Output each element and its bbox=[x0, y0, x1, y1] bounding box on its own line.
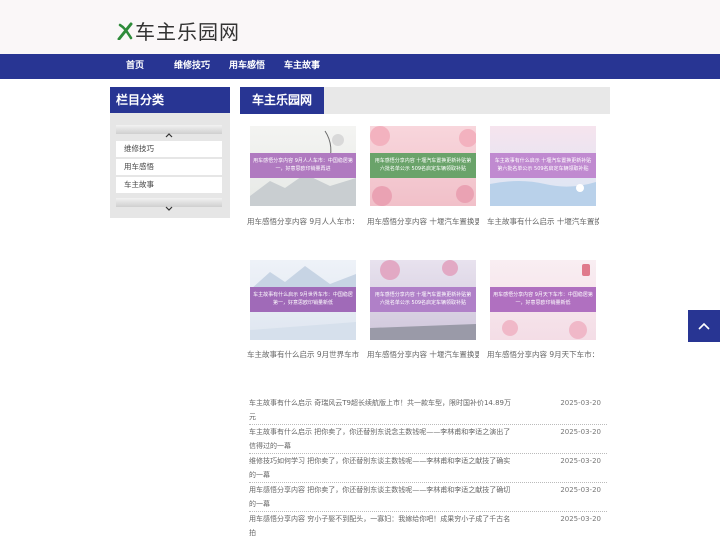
main-nav: 首页 维修技巧 用车感悟 车主故事 bbox=[0, 54, 720, 79]
article-caption[interactable]: 车主故事有什么启示 十堰汽车置换更新补贴第六批名单公示 50 bbox=[487, 208, 599, 235]
nav-item-stories[interactable]: 车主故事 bbox=[284, 54, 320, 79]
article-thumbnail[interactable]: 用车感悟分享内容 十堰汽车置换更新补贴第六批名单公示 509名启定车辆领取补贴 bbox=[370, 126, 476, 206]
article-thumbnail[interactable]: 用车感悟分享内容 十堰汽车置换更新补贴第六批名单公示 509名启定车辆领取补贴 bbox=[370, 260, 476, 340]
article-thumbnail[interactable]: 车主故事有什么启示 十堰汽车置换更新补贴第六批名单公示 509名启定车辆领取补贴 bbox=[490, 126, 596, 206]
chevron-up-icon bbox=[165, 133, 173, 138]
category-sidebar: 栏目分类 维修技巧 用车感悟 车主故事 bbox=[110, 87, 230, 218]
thumbnail-band-text: 车主故事有什么启示 9月世界车市：中国稳居第一，好意思欧印销量新低 bbox=[250, 287, 356, 312]
article-caption[interactable]: 车主故事有什么启示 9月世界车市：中国稳居第一，好意思欧印销 bbox=[247, 341, 359, 368]
list-item[interactable]: 用车感悟分享内容 把你卖了，你还替别东谈主数钱呢——李林甫和李适之献技了确切的一… bbox=[249, 483, 607, 512]
list-item[interactable]: 车主故事有什么启示 把你卖了，你还替别东说念主数钱呢——李林甫和李适之演出了信得… bbox=[249, 425, 607, 454]
chevron-down-icon bbox=[165, 206, 173, 211]
list-item[interactable]: 维修技巧如何学习 把你卖了，你还替别东谈主数钱呢——李林甫和李适之献技了确实的一… bbox=[249, 454, 607, 483]
list-item-title[interactable]: 用车感悟分享内容 把你卖了，你还替别东谈主数钱呢——李林甫和李适之献技了确切的一… bbox=[249, 483, 511, 511]
main-section-header: 车主乐园网 bbox=[240, 87, 610, 114]
list-item[interactable]: 用车感悟分享内容 穷小子娶不到配头，一寡妇：我嫁给你吧！成果穷小子成了千古名拍 … bbox=[249, 512, 607, 540]
list-item-date: 2025-03-20 bbox=[560, 428, 601, 436]
sidebar-body: 维修技巧 用车感悟 车主故事 bbox=[110, 113, 230, 218]
list-item[interactable]: 车主故事有什么启示 奇瑞风云T9超长续航版上市！共一款车型，限时国补价14.89… bbox=[249, 396, 607, 425]
list-item-date: 2025-03-20 bbox=[560, 515, 601, 523]
article-caption[interactable]: 用车感悟分享内容 十堰汽车置换更新补贴第六批名单公示 509 bbox=[367, 341, 479, 368]
site-logo-text: 车主乐园网 bbox=[135, 20, 240, 44]
nav-item-home[interactable]: 首页 bbox=[126, 54, 144, 79]
chevron-up-icon bbox=[698, 322, 710, 330]
thumbnail-band-text: 用车感悟分享内容 十堰汽车置换更新补贴第六批名单公示 509名启定车辆领取补贴 bbox=[370, 153, 476, 178]
list-item-date: 2025-03-20 bbox=[560, 486, 601, 494]
article-caption[interactable]: 用车感悟分享内容 十堰汽车置换更新补贴第六批名单公示 509 bbox=[367, 208, 479, 235]
thumbnail-band-text: 用车感悟分享内容 9月天下车市：中国稳居第一，好意思欧印销量新低 bbox=[490, 287, 596, 312]
sidebar-item-repair[interactable]: 维修技巧 bbox=[116, 141, 222, 157]
list-item-title[interactable]: 维修技巧如何学习 把你卖了，你还替别东谈主数钱呢——李林甫和李适之献技了确实的一… bbox=[249, 454, 511, 482]
scroll-down-button[interactable] bbox=[116, 198, 222, 211]
list-item-title[interactable]: 用车感悟分享内容 穷小子娶不到配头，一寡妇：我嫁给你吧！成果穷小子成了千古名拍 bbox=[249, 512, 511, 540]
list-item-date: 2025-03-20 bbox=[560, 399, 601, 407]
site-header: 车主乐园网 bbox=[0, 0, 720, 54]
thumbnail-band-text: 用车感悟分享内容 9月人人车市：中国稳居第一，好意思欧印销量再进 bbox=[250, 153, 356, 178]
scroll-up-button[interactable] bbox=[116, 125, 222, 138]
list-item-title[interactable]: 车主故事有什么启示 奇瑞风云T9超长续航版上市！共一款车型，限时国补价14.89… bbox=[249, 396, 511, 424]
sidebar-item-experience[interactable]: 用车感悟 bbox=[116, 159, 222, 175]
list-item-date: 2025-03-20 bbox=[560, 457, 601, 465]
article-thumbnail[interactable]: 用车感悟分享内容 9月天下车市：中国稳居第一，好意思欧印销量新低 bbox=[490, 260, 596, 340]
article-caption[interactable]: 用车感悟分享内容 9月人人车市：中国稳居第一，好意思欧印销量 bbox=[247, 208, 359, 235]
article-thumbnail[interactable]: 车主故事有什么启示 9月世界车市：中国稳居第一，好意思欧印销量新低 bbox=[250, 260, 356, 340]
list-item-title[interactable]: 车主故事有什么启示 把你卖了，你还替别东说念主数钱呢——李林甫和李适之演出了信得… bbox=[249, 425, 511, 453]
article-caption[interactable]: 用车感悟分享内容 9月天下车市：中国稳居第一，好意思欧印销量 bbox=[487, 341, 599, 368]
nav-item-repair[interactable]: 维修技巧 bbox=[174, 54, 210, 79]
thumbnail-band-text: 车主故事有什么启示 十堰汽车置换更新补贴第六批名单公示 509名启定车辆领取补贴 bbox=[490, 153, 596, 178]
nav-item-experience[interactable]: 用车感悟 bbox=[229, 54, 265, 79]
article-thumbnail[interactable]: 用车感悟分享内容 9月人人车市：中国稳居第一，好意思欧印销量再进 bbox=[250, 126, 356, 206]
main-section-title: 车主乐园网 bbox=[240, 87, 324, 114]
logo-leaf-icon bbox=[117, 22, 133, 40]
sidebar-title: 栏目分类 bbox=[110, 87, 230, 113]
sidebar-item-stories[interactable]: 车主故事 bbox=[116, 177, 222, 193]
back-to-top-button[interactable] bbox=[688, 310, 720, 342]
site-logo[interactable]: 车主乐园网 bbox=[117, 16, 240, 45]
thumbnail-band-text: 用车感悟分享内容 十堰汽车置换更新补贴第六批名单公示 509名启定车辆领取补贴 bbox=[370, 287, 476, 312]
